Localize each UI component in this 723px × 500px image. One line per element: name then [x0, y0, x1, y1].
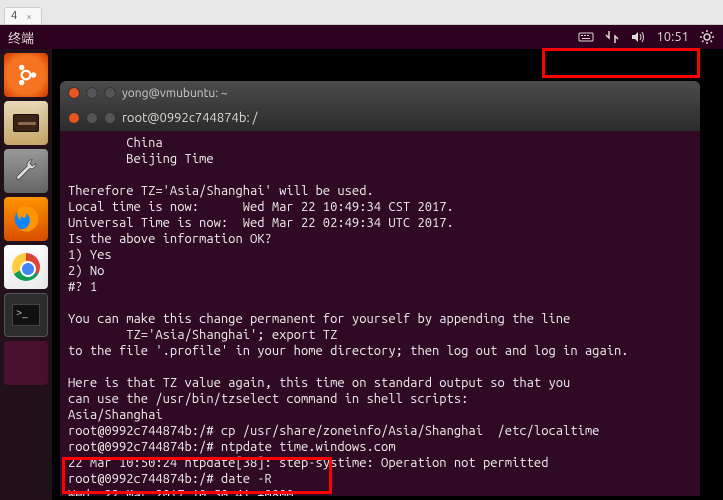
- annotation-highlight-topbar: [542, 48, 700, 78]
- network-icon[interactable]: [604, 29, 620, 45]
- term-cmd: cp /usr/share/zoneinfo/Asia/Shanghai /et…: [214, 424, 600, 438]
- term-prompt: root@0992c744874b:/#: [68, 440, 214, 454]
- maximize-icon[interactable]: [104, 112, 116, 124]
- host-tab-bar: 4 ×: [0, 0, 723, 25]
- launcher-chrome[interactable]: [4, 245, 48, 289]
- term-line: to the file '.profile' in your home dire…: [68, 344, 629, 358]
- outer-window-title: yong@vmubuntu: ~: [122, 87, 228, 100]
- host-tab-label: 4: [11, 10, 17, 22]
- term-line: Beijing Time: [68, 152, 214, 166]
- term-prompt: root@0992c744874b:/#: [68, 424, 214, 438]
- inner-window-title: root@0992c744874b: /: [122, 111, 257, 125]
- close-icon[interactable]: [68, 87, 80, 99]
- term-line: Therefore TZ='Asia/Shanghai' will be use…: [68, 184, 374, 198]
- launcher-item[interactable]: [4, 341, 48, 385]
- term-line: Universal Time is now: Wed Mar 22 02:49:…: [68, 216, 454, 230]
- launcher-files[interactable]: [4, 101, 48, 145]
- term-line: 22 Mar 10:50:24 ntpdate[38]: step-systim…: [68, 456, 548, 470]
- launcher-settings[interactable]: [4, 149, 48, 193]
- volume-icon[interactable]: [630, 29, 646, 45]
- terminal-body[interactable]: China Beijing Time Therefore TZ='Asia/Sh…: [60, 131, 700, 496]
- clock-text[interactable]: 10:51: [656, 30, 689, 44]
- terminal-window: yong@vmubuntu: ~ root@0992c744874b: / Ch…: [60, 81, 700, 496]
- term-line: #? 1: [68, 280, 97, 294]
- term-line: Wed, 22 Mar 2017 10:50:41 +0800: [68, 488, 294, 496]
- term-prompt: root@0992c744874b:/#: [68, 472, 214, 486]
- outer-titlebar[interactable]: yong@vmubuntu: ~: [60, 81, 700, 105]
- term-line: can use the /usr/bin/tzselect command in…: [68, 392, 468, 406]
- term-line: China: [68, 136, 163, 150]
- host-tab[interactable]: 4 ×: [4, 7, 42, 24]
- ubuntu-topbar: 终端 10:51: [0, 25, 723, 49]
- term-line: 2) No: [68, 264, 104, 278]
- keyboard-icon[interactable]: [578, 29, 594, 45]
- term-line: Asia/Shanghai: [68, 408, 163, 422]
- term-line: You can make this change permanent for y…: [68, 312, 570, 326]
- unity-launcher: >_: [0, 49, 52, 500]
- term-cmd: ntpdate time.windows.com: [214, 440, 396, 454]
- term-cmd: date -R: [214, 472, 272, 486]
- inner-titlebar[interactable]: root@0992c744874b: /: [60, 105, 700, 131]
- close-icon[interactable]: [68, 112, 80, 124]
- gear-icon[interactable]: [699, 29, 715, 45]
- launcher-terminal[interactable]: >_: [4, 293, 48, 337]
- minimize-icon[interactable]: [86, 87, 98, 99]
- term-line: Is the above information OK?: [68, 232, 272, 246]
- launcher-firefox[interactable]: [4, 197, 48, 241]
- close-icon[interactable]: ×: [23, 10, 35, 22]
- launcher-dash[interactable]: [4, 53, 48, 97]
- term-line: TZ='Asia/Shanghai'; export TZ: [68, 328, 337, 342]
- vm-screen: 终端 10:51: [0, 25, 723, 500]
- maximize-icon[interactable]: [104, 87, 116, 99]
- term-line: Local time is now: Wed Mar 22 10:49:34 C…: [68, 200, 454, 214]
- term-line: Here is that TZ value again, this time o…: [68, 376, 570, 390]
- term-line: 1) Yes: [68, 248, 112, 262]
- minimize-icon[interactable]: [86, 112, 98, 124]
- active-app-title: 终端: [8, 28, 34, 47]
